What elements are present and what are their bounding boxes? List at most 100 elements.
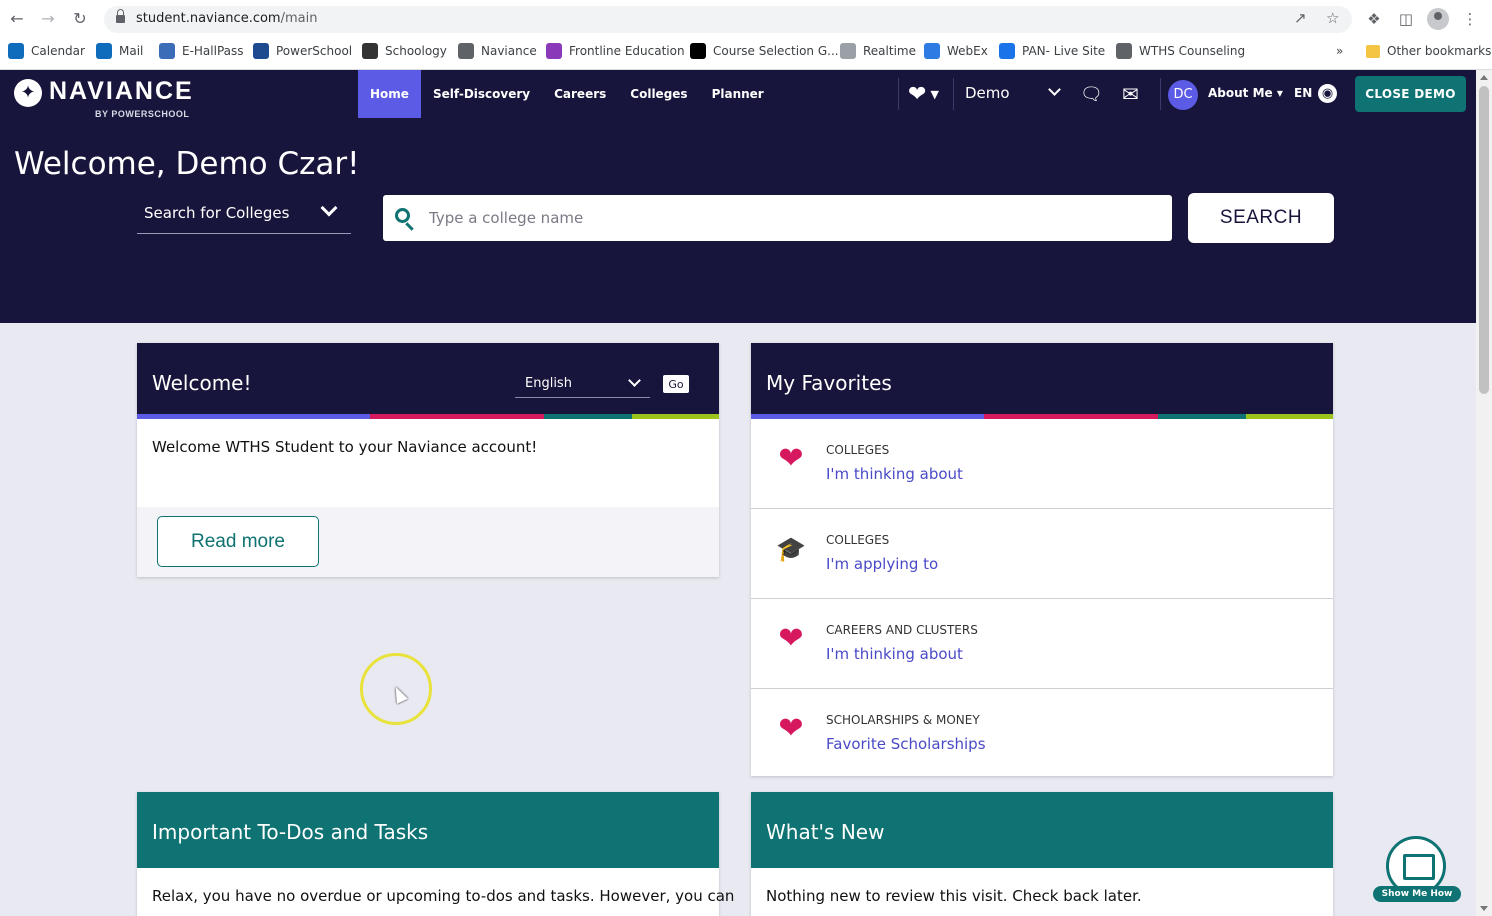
todos-card: Important To-Dos and Tasks Relax, you ha… [137,792,734,916]
caret-down-icon: ▼ [930,87,939,101]
favorites-category: CAREERS AND CLUSTERS [826,623,978,637]
nav-tab-planner[interactable]: Planner [700,70,776,118]
favorites-link[interactable]: I'm applying to [826,555,938,573]
pan-icon [999,43,1015,59]
reload-icon[interactable]: ↻ [69,8,91,30]
star-bookmark-icon[interactable]: ☆ [1326,9,1339,27]
todos-message: Relax, you have no overdue or upcoming t… [152,887,735,905]
language-code[interactable]: EN [1294,86,1312,100]
color-stripe [137,414,719,419]
bookmark-item[interactable]: Calendar [8,42,85,60]
favorites-link[interactable]: I'm thinking about [826,465,963,483]
heart-icon: ❤ [778,711,804,746]
share-icon[interactable]: ↗ [1294,9,1307,27]
favorites-row: ❤ CAREERS AND CLUSTERS I'm thinking about [751,599,1333,689]
nav-tab-careers[interactable]: Careers [542,70,618,118]
address-bar[interactable]: student.naviance.com/main ↗ ☆ [104,6,1352,33]
chevron-down-icon [628,374,641,387]
card-header: What's New [751,792,1333,868]
whats-new-card: What's New Nothing new to review this vi… [751,792,1333,916]
mail-envelope-icon[interactable]: ✉ [1122,70,1139,118]
app-header: ✦ NAVIANCE BY POWERSCHOOL Home Self-Disco… [0,70,1476,323]
favorites-link[interactable]: I'm thinking about [826,645,963,663]
demo-role-select[interactable]: Demo [956,82,1066,106]
search-button[interactable]: SEARCH [1188,193,1334,243]
bookmark-item[interactable]: Naviance [458,42,537,60]
back-arrow-icon[interactable]: ← [6,8,28,30]
compass-star-icon: ✦ [14,79,42,107]
bookmark-item[interactable]: Realtime [840,42,916,60]
favorites-row: ❤ COLLEGES I'm thinking about [751,419,1333,509]
favorites-category: SCHOLARSHIPS & MONEY [826,713,980,727]
profile-avatar-icon[interactable] [1427,8,1449,30]
go-button[interactable]: Go [663,375,689,393]
outlook-mail-icon [96,43,112,59]
bookmark-item[interactable]: E-HallPass [159,42,244,60]
user-avatar[interactable]: DC [1168,80,1198,110]
chevron-down-icon [1048,83,1061,96]
stripe-segment [544,414,632,419]
stripe-segment [631,414,719,419]
card-header: My Favorites [751,343,1333,419]
scroll-down-arrow-icon[interactable] [1480,906,1488,911]
bookmark-item[interactable]: Frontline Education [546,42,685,60]
bookmark-item[interactable]: WTHS Counseling [1116,42,1245,60]
chevron-down-icon [320,199,338,217]
outlook-calendar-icon [8,43,24,59]
forward-arrow-icon[interactable]: → [37,8,59,30]
globe-icon[interactable]: ◉ [1318,84,1337,103]
stripe-segment [369,414,545,419]
scroll-up-arrow-icon[interactable] [1480,75,1488,80]
favorites-link[interactable]: Favorite Scholarships [826,735,986,753]
bookmark-item[interactable]: PAN- Live Site [999,42,1105,60]
card-header: Important To-Dos and Tasks [137,792,719,868]
about-me-menu[interactable]: About Me ▾ [1208,86,1283,100]
close-demo-button[interactable]: CLOSE DEMO [1355,76,1466,112]
webex-icon [924,43,940,59]
favorites-category: COLLEGES [826,443,890,457]
folder-icon [1366,44,1380,58]
heart-icon: ❤ [908,81,927,107]
extensions-puzzle-icon[interactable]: ❖ [1363,8,1385,30]
feedback-icon[interactable]: 🗨 [1080,70,1103,118]
bookmark-item[interactable]: Course Selection G... [690,42,839,60]
college-search-input[interactable] [429,195,1159,241]
page-scrollbar[interactable] [1476,70,1492,916]
my-favorites-card: My Favorites ❤ COLLEGES I'm thinking about… [751,343,1333,776]
bookmark-item[interactable]: PowerSchool [253,42,352,60]
heart-icon: ❤ [778,441,804,476]
nav-tab-colleges[interactable]: Colleges [618,70,699,118]
show-me-how-widget[interactable]: Show Me How [1373,836,1461,904]
hallpass-icon [159,43,175,59]
read-more-button[interactable]: Read more [157,516,319,567]
search-icon [395,208,410,223]
search-type-select[interactable]: Search for Colleges [137,196,351,234]
divider [898,78,899,110]
bookmark-item[interactable]: WebEx [924,42,988,60]
bookmark-item[interactable]: Mail [96,42,143,60]
favorites-menu-button[interactable]: ❤ ▼ [908,70,939,118]
naviance-logo[interactable]: ✦ NAVIANCE BY POWERSCHOOL [14,76,194,119]
card-header: Welcome! English Go [137,343,719,419]
whats-new-message: Nothing new to review this visit. Check … [766,887,1142,905]
sis-icon [253,43,269,59]
kebab-menu-icon[interactable]: ⋮ [1459,8,1481,30]
heart-icon: ❤ [778,621,804,656]
college-search-box [383,195,1172,241]
welcome-heading: Welcome, Demo Czar! [14,146,360,182]
welcome-message: Welcome WTHS Student to your Naviance ac… [152,438,538,456]
scrollbar-thumb[interactable] [1479,86,1489,394]
favorites-row: ❤ SCHOLARSHIPS & MONEY Favorite Scholarshi… [751,689,1333,779]
side-panel-icon[interactable]: ◫ [1395,8,1417,30]
url-text: student.naviance.com/main [136,11,318,26]
nav-tab-home[interactable]: Home [358,70,421,118]
language-select[interactable]: English [515,372,650,398]
divider [953,78,954,110]
other-bookmarks-folder[interactable]: Other bookmarks [1366,42,1491,60]
more-bookmarks-button[interactable]: » [1336,42,1343,60]
bookmark-item[interactable]: Schoology [362,42,447,60]
schoology-icon [362,43,378,59]
favorites-row: 🎓 COLLEGES I'm applying to [751,509,1333,599]
globe-icon [1116,43,1132,59]
nav-tab-self-discovery[interactable]: Self-Discovery [421,70,542,118]
